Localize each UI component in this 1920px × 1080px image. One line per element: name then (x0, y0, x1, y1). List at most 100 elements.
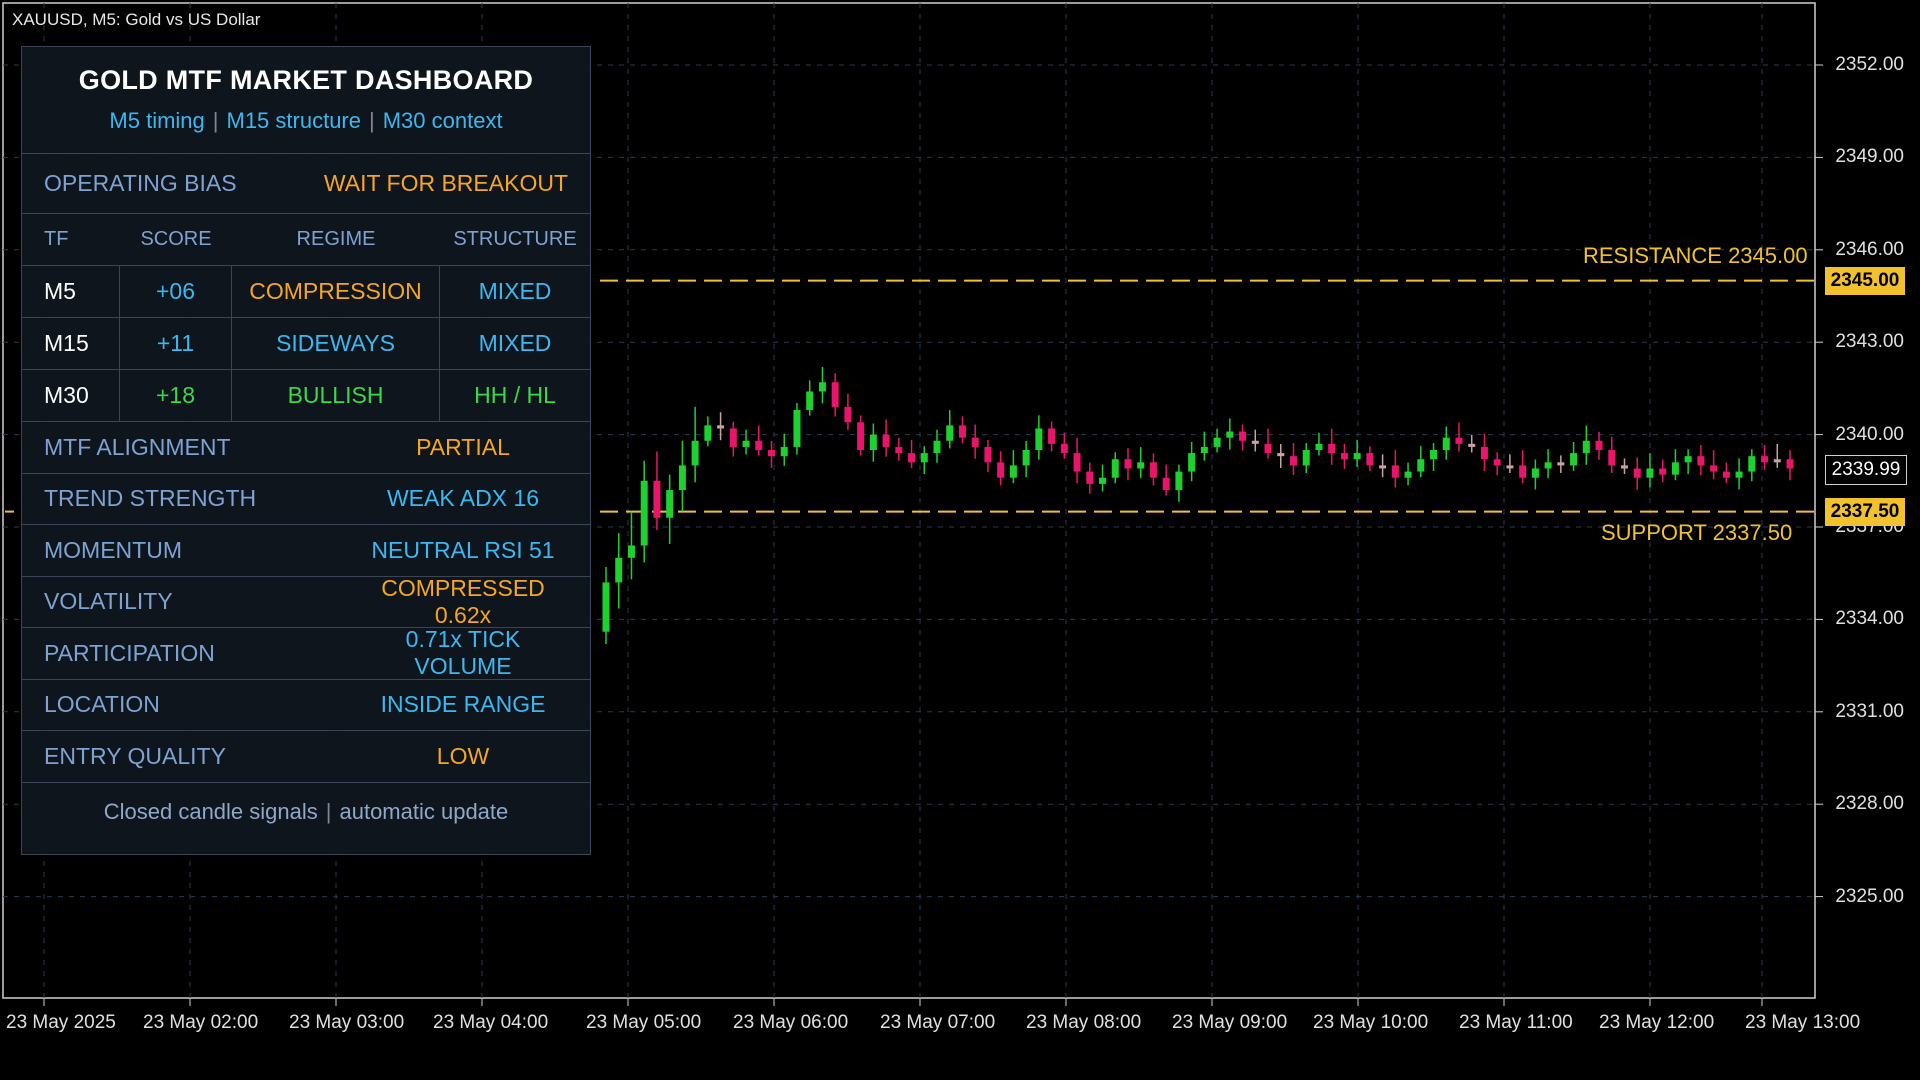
score-cell: +18 (120, 370, 232, 421)
subtitle-separator: | (369, 108, 375, 133)
candle-body (818, 382, 826, 392)
metric-label: ENTRY QUALITY (44, 742, 226, 769)
score-cell: +06 (120, 266, 232, 317)
structure-cell: MIXED (478, 330, 552, 356)
metric-label: PARTICIPATION (44, 639, 215, 666)
candle-body (1073, 453, 1081, 472)
candle-body (895, 446, 903, 454)
candle-body (640, 480, 648, 546)
x-tick-label: 23 May 07:00 (880, 1012, 996, 1033)
candle-body (1659, 468, 1667, 475)
candle-body (1468, 443, 1476, 447)
candle-body (615, 557, 623, 583)
candle-body (1391, 465, 1399, 478)
subtitle-m15: M15 structure (226, 108, 362, 133)
tf-cell: M15 (22, 318, 120, 369)
support-label: SUPPORT 2337.50 (1601, 519, 1793, 545)
col-header-regime: REGIME (296, 228, 376, 250)
metric-row-mtf-alignment: MTF ALIGNMENT PARTIAL (22, 422, 590, 474)
candle-body (882, 434, 890, 447)
tf-cell: M30 (22, 370, 120, 421)
dashboard-header: GOLD MTF MARKET DASHBOARD M5 timing | M15 … (22, 47, 590, 154)
candle-body (1531, 468, 1539, 478)
subtitle-separator: | (212, 108, 219, 133)
candle-body (831, 382, 839, 407)
y-tick-label: 2349.00 (1835, 146, 1904, 168)
metric-row-location: LOCATION INSIDE RANGE (22, 680, 590, 731)
regime-cell: COMPRESSION (232, 266, 440, 317)
candle-body (1455, 437, 1463, 444)
metric-value: 0.71x TICK VOLUME (405, 626, 521, 680)
candle-body (946, 425, 954, 441)
x-tick-label: 23 May 09:00 (1172, 1012, 1288, 1033)
metric-row-volatility: VOLATILITY COMPRESSED 0.62x (22, 574, 590, 628)
candle-body (1111, 459, 1119, 478)
structure-cell: MIXED (478, 278, 552, 304)
candle-body (1684, 456, 1692, 463)
candle-body (1099, 477, 1107, 484)
candle-body (1671, 462, 1679, 475)
candle-body (1608, 450, 1616, 466)
score-cell: +11 (120, 318, 232, 369)
candle-body (1633, 468, 1641, 478)
candle-body (933, 440, 941, 454)
candle-body (1302, 450, 1310, 466)
candle-body (997, 462, 1005, 478)
candle-body (691, 440, 699, 466)
candle-body (971, 437, 979, 447)
candle-body (1379, 465, 1387, 469)
candle-body (1493, 459, 1501, 466)
resistance-price-tag: 2345.00 (1825, 266, 1905, 295)
resistance-label: RESISTANCE 2345.00 (1583, 242, 1808, 268)
x-tick-label: 23 May 2025 (6, 1012, 116, 1033)
candle-body (742, 440, 750, 447)
candle-body (1620, 465, 1628, 469)
candle-body (1239, 431, 1247, 441)
candle-body (755, 440, 763, 450)
candle-body (1226, 431, 1234, 438)
candle-body (1773, 459, 1781, 463)
candle-body (1086, 471, 1094, 484)
candle-body (793, 409, 801, 447)
candle-body (869, 434, 877, 450)
candle-body (1582, 440, 1590, 454)
metric-value: LOW (436, 742, 490, 769)
candle-body (704, 425, 712, 441)
candle-body (806, 391, 814, 410)
candle-body (1480, 446, 1488, 460)
metric-value: WEAK ADX 16 (386, 485, 540, 512)
candle-body (1595, 440, 1603, 450)
candle-body (602, 582, 610, 632)
candle-body (1748, 456, 1756, 472)
candle-body (1328, 443, 1336, 454)
y-tick-label: 2346.00 (1835, 238, 1904, 260)
bias-value: WAIT FOR BREAKOUT (323, 170, 568, 196)
candle-body (857, 422, 865, 450)
candle-body (1697, 456, 1705, 466)
y-tick-label: 2331.00 (1835, 700, 1904, 722)
x-tick-label: 23 May 03:00 (289, 1012, 405, 1033)
footer-signals-text: Closed candle signals (103, 798, 318, 824)
dashboard-subtitle: M5 timing | M15 structure | M30 context (22, 108, 590, 134)
candle-body (1188, 453, 1196, 472)
candle-body (1417, 459, 1425, 472)
candle-body (908, 453, 916, 463)
candle-body (666, 490, 674, 518)
operating-bias-row: OPERATING BIAS WAIT FOR BREAKOUT (22, 154, 590, 214)
regime-cell: BULLISH (232, 370, 440, 421)
candle-body (1442, 437, 1450, 450)
candle-body (1137, 462, 1145, 469)
candle-body (984, 446, 992, 463)
candle-body (1149, 462, 1157, 478)
candle-body (1735, 471, 1743, 478)
col-header-structure: STRUCTURE (453, 228, 577, 250)
x-tick-label: 23 May 06:00 (733, 1012, 849, 1033)
metric-value: COMPRESSED 0.62x (381, 574, 545, 628)
metric-label: VOLATILITY (44, 588, 173, 615)
dashboard-title: GOLD MTF MARKET DASHBOARD (78, 65, 534, 95)
candle-body (1646, 468, 1654, 478)
x-tick-label: 23 May 02:00 (143, 1012, 259, 1033)
candle-body (1430, 450, 1438, 460)
candle-body (1264, 443, 1272, 454)
candle-body (1570, 453, 1578, 466)
